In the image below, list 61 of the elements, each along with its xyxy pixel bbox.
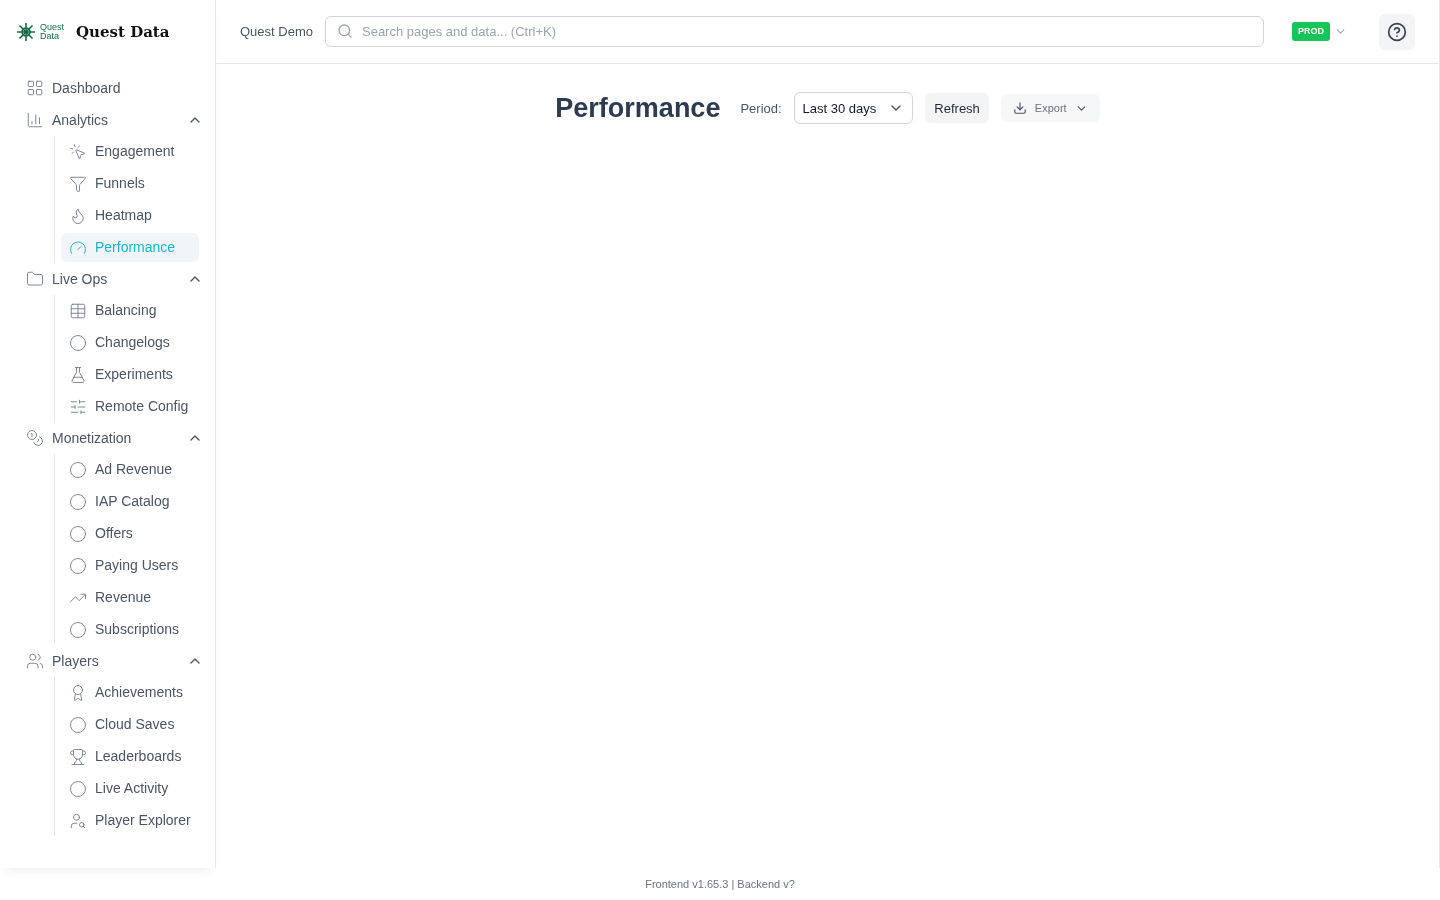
sliders-icon bbox=[69, 397, 87, 416]
period-dropdown[interactable]: Last 30 days bbox=[793, 92, 914, 125]
user-search-icon bbox=[69, 811, 87, 830]
grid-icon bbox=[26, 79, 44, 97]
logo-text: Quest bbox=[40, 23, 64, 32]
search-field[interactable]: Search pages and data... (Ctrl+K) bbox=[325, 16, 1264, 47]
circle-icon bbox=[69, 492, 87, 511]
funnel-icon bbox=[69, 174, 87, 193]
page-title: Performance bbox=[555, 92, 721, 125]
sidebar-item[interactable]: Engagement bbox=[61, 137, 199, 166]
gauge-icon bbox=[69, 238, 87, 257]
circle-icon bbox=[69, 779, 87, 798]
project-name: Quest Demo bbox=[240, 22, 313, 41]
download-icon bbox=[1012, 101, 1027, 116]
users-icon bbox=[26, 652, 44, 670]
sidebar-item[interactable]: Dashboard bbox=[26, 77, 121, 99]
pointer-click-icon bbox=[69, 142, 87, 161]
sidebar-item[interactable]: Cloud Saves bbox=[61, 710, 199, 739]
sidebar-item[interactable]: Paying Users bbox=[61, 551, 199, 580]
sidebar-section[interactable]: Live Ops bbox=[26, 268, 108, 290]
sidebar-item[interactable]: Remote Config bbox=[61, 392, 199, 421]
sidebar-item[interactable]: Funnels bbox=[61, 169, 199, 198]
circle-icon bbox=[69, 556, 87, 575]
flame-icon bbox=[69, 206, 87, 225]
sidebar-item[interactable]: Offers bbox=[61, 519, 199, 548]
version-footer: Frontend v1.65.3 | Backend v? bbox=[645, 875, 795, 893]
circle-icon bbox=[69, 620, 87, 639]
circle-icon bbox=[69, 715, 87, 734]
sidebar-item[interactable]: Achievements bbox=[61, 678, 199, 707]
sidebar-item[interactable]: IAP Catalog bbox=[61, 487, 199, 516]
trophy-icon bbox=[69, 747, 87, 766]
circle-icon bbox=[69, 524, 87, 543]
sidebar-item[interactable]: Balancing bbox=[61, 296, 199, 325]
logo-text: Data bbox=[40, 32, 59, 41]
sidebar-item[interactable]: Live Activity bbox=[61, 774, 199, 803]
sidebar-item[interactable]: Experiments bbox=[61, 360, 199, 389]
search-icon bbox=[337, 23, 353, 39]
sidebar-section[interactable]: Analytics bbox=[26, 109, 109, 131]
sidebar-section[interactable]: Monetization bbox=[26, 427, 132, 449]
sidebar-section[interactable]: Players bbox=[26, 650, 99, 672]
export-button[interactable]: Export bbox=[1000, 94, 1100, 123]
logo-icon bbox=[16, 22, 36, 42]
brand-name: Quest Data bbox=[76, 21, 170, 43]
refresh-button[interactable]: Refresh bbox=[925, 93, 989, 124]
sidebar-item[interactable]: Leaderboards bbox=[61, 742, 199, 771]
sidebar-item[interactable]: Heatmap bbox=[61, 201, 199, 230]
period-label: Period: bbox=[740, 99, 782, 118]
help-icon bbox=[1387, 21, 1407, 42]
sidebar-item[interactable]: Revenue bbox=[61, 583, 199, 612]
flask-icon bbox=[69, 365, 87, 384]
circle-icon bbox=[69, 333, 87, 352]
bar-chart-icon bbox=[26, 111, 44, 129]
sidebar-item[interactable]: Ad Revenue bbox=[61, 455, 199, 484]
table-icon bbox=[69, 301, 87, 320]
circle-icon bbox=[69, 460, 87, 479]
sidebar-item[interactable]: Player Explorer bbox=[61, 806, 199, 835]
folder-icon bbox=[26, 270, 44, 288]
help-button[interactable] bbox=[1379, 13, 1415, 50]
coins-icon bbox=[26, 429, 44, 447]
sidebar-item[interactable]: Subscriptions bbox=[61, 615, 199, 644]
sidebar-item[interactable]: Changelogs bbox=[61, 328, 199, 357]
